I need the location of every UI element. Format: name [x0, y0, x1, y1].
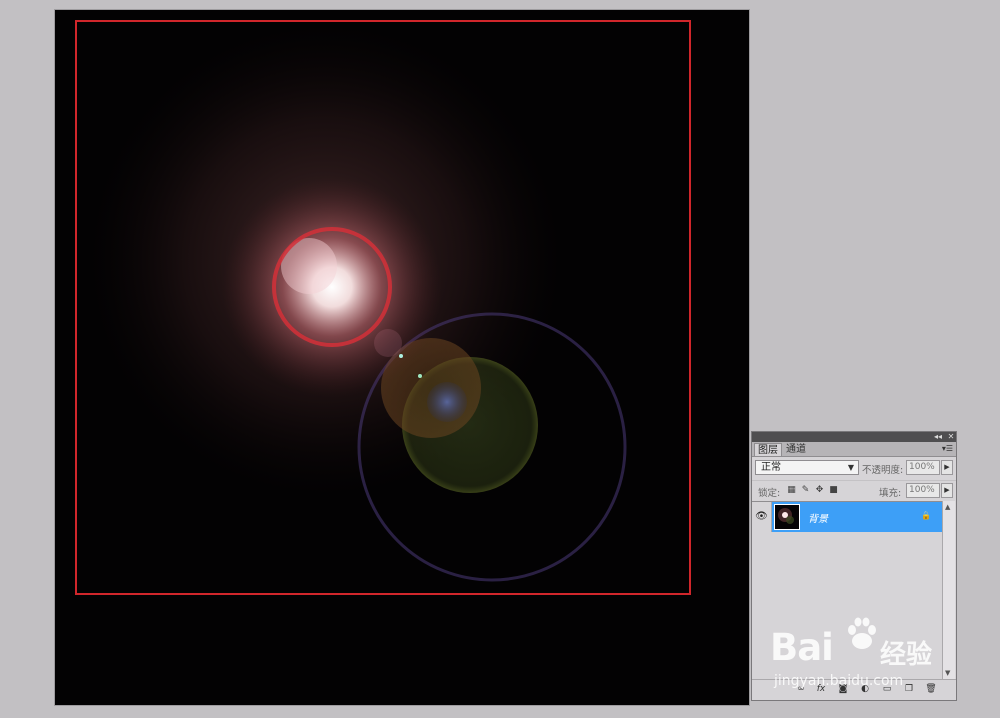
fill-input[interactable]: 100%	[906, 483, 940, 498]
layer-scrollbar[interactable]: ▲ ▼	[942, 501, 955, 679]
scroll-down-icon[interactable]: ▼	[945, 669, 950, 677]
blend-row: 正常 ▼ 不透明度: 100% ▶	[752, 458, 956, 478]
selection-frame	[75, 20, 691, 595]
eye-icon[interactable]: 👁	[752, 502, 772, 532]
tab-channels[interactable]: 通道	[783, 443, 811, 456]
new-layer-icon[interactable]: ❐	[902, 683, 916, 696]
panel-tabbar: 图层 通道 ▾☰	[752, 442, 956, 457]
opacity-slider-button[interactable]: ▶	[941, 460, 953, 475]
lock-transparency-icon[interactable]: ▦	[786, 485, 797, 496]
lock-all-icon[interactable]: ■	[828, 485, 839, 496]
lock-brush-icon[interactable]: ✎	[800, 485, 811, 496]
layer-thumbnail	[774, 504, 800, 530]
fill-label: 填充:	[879, 488, 902, 499]
group-icon[interactable]: ▭	[880, 683, 894, 696]
opacity-label: 不透明度:	[862, 465, 904, 476]
mask-icon[interactable]: ◙	[836, 683, 850, 696]
fill-slider-button[interactable]: ▶	[941, 483, 953, 498]
chevron-down-icon: ▼	[847, 463, 855, 472]
link-icon[interactable]: ∞	[794, 683, 808, 696]
trash-icon[interactable]: 🗑	[924, 683, 938, 696]
adjustment-icon[interactable]: ◐	[858, 683, 872, 696]
layer-list: 👁 背景 🔒	[752, 501, 942, 680]
layers-panel: ◂◂ ✕ 图层 通道 ▾☰ 正常 ▼ 不透明度: 100% ▶ 锁定: ▦ ✎ …	[751, 431, 957, 701]
scroll-up-icon[interactable]: ▲	[945, 503, 950, 511]
blend-mode-value: 正常	[761, 462, 781, 473]
double-chevron-icon[interactable]: ◂◂	[932, 432, 944, 442]
document-canvas[interactable]	[55, 10, 749, 705]
lock-row: 锁定: ▦ ✎ ✥ ■ 填充: 100% ▶	[752, 480, 956, 501]
blend-mode-select[interactable]: 正常 ▼	[755, 460, 859, 475]
close-icon[interactable]: ✕	[946, 432, 956, 442]
lock-move-icon[interactable]: ✥	[814, 485, 825, 496]
panel-footer: ∞ fx ◙ ◐ ▭ ❐ 🗑	[752, 679, 956, 700]
panel-titlebar: ◂◂ ✕	[752, 432, 956, 442]
fx-icon[interactable]: fx	[814, 683, 828, 696]
lock-icon: 🔒	[921, 511, 931, 520]
layer-name: 背景	[808, 514, 828, 525]
panel-menu-icon[interactable]: ▾☰	[942, 444, 953, 453]
tab-layers[interactable]: 图层	[754, 443, 782, 456]
lock-label: 锁定:	[758, 488, 781, 499]
layer-row-background[interactable]: 👁 背景 🔒	[752, 502, 942, 532]
opacity-input[interactable]: 100%	[906, 460, 940, 475]
